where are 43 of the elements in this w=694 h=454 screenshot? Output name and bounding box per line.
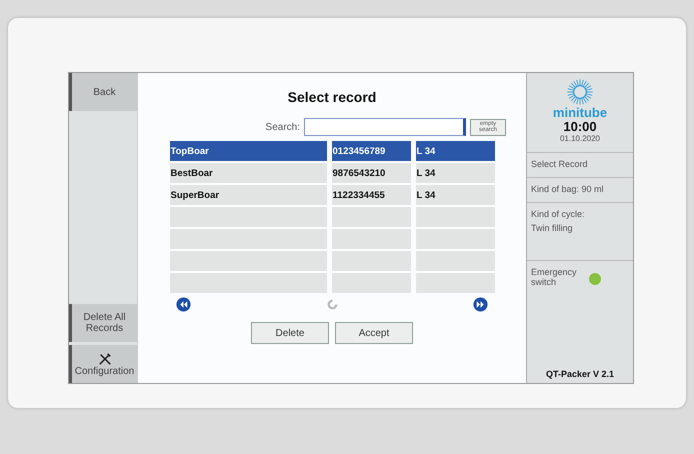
table-cell[interactable] — [416, 251, 494, 271]
brand-name: minitube — [552, 106, 608, 119]
emergency-label: Emergency switch — [531, 267, 578, 287]
table-cell[interactable] — [416, 207, 494, 227]
refresh-icon[interactable] — [324, 297, 340, 312]
sun-logo-icon — [566, 78, 594, 106]
table-cell[interactable]: L 34 — [416, 185, 494, 205]
table-cell[interactable] — [416, 273, 494, 293]
action-button[interactable]: Delete — [251, 322, 329, 344]
table-cell[interactable] — [332, 273, 410, 293]
status-text: Select Record — [527, 153, 633, 178]
table-cell[interactable]: SuperBoar — [170, 185, 326, 205]
search-label: Search: — [266, 122, 300, 132]
table-cell[interactable] — [170, 251, 326, 271]
next-page-icon[interactable] — [473, 297, 488, 312]
table-cell[interactable]: L 34 — [416, 141, 494, 161]
table-cell[interactable] — [170, 273, 326, 293]
table-cell[interactable] — [170, 229, 326, 249]
action-button[interactable]: Accept — [335, 322, 413, 344]
table-cell[interactable]: L 34 — [416, 163, 494, 183]
previous-page-icon[interactable] — [176, 297, 191, 312]
sidebar-button[interactable]: Configuration — [69, 345, 137, 383]
cycle-value: Twin filling — [531, 223, 574, 233]
cycle-label: Kind of cycle: — [531, 209, 586, 219]
table-cell[interactable]: 0123456789 — [332, 141, 410, 161]
date-text: 01.10.2020 — [560, 134, 600, 143]
sidebar-button[interactable]: Back — [69, 73, 137, 111]
sidebar-button[interactable]: Delete All Records — [69, 304, 137, 342]
table-cell[interactable]: TopBoar — [170, 141, 326, 161]
table-cell[interactable] — [332, 229, 410, 249]
status-text: Kind of bag: 90 ml — [527, 178, 633, 203]
version-text: QT-Packer V 2.1 — [544, 369, 616, 381]
clock-time: 10:00 — [563, 119, 597, 134]
table-cell[interactable] — [416, 229, 494, 249]
table-cell[interactable] — [332, 207, 410, 227]
table-cell[interactable] — [332, 251, 410, 271]
table-cell[interactable]: 9876543210 — [332, 163, 410, 183]
table-cell[interactable]: BestBoar — [170, 163, 326, 183]
table-cell[interactable] — [170, 207, 326, 227]
tools-icon — [98, 352, 112, 366]
search-field[interactable] — [304, 118, 466, 136]
screen-title: Select record — [288, 89, 376, 105]
table-cell[interactable]: 1122334455 — [332, 185, 410, 205]
